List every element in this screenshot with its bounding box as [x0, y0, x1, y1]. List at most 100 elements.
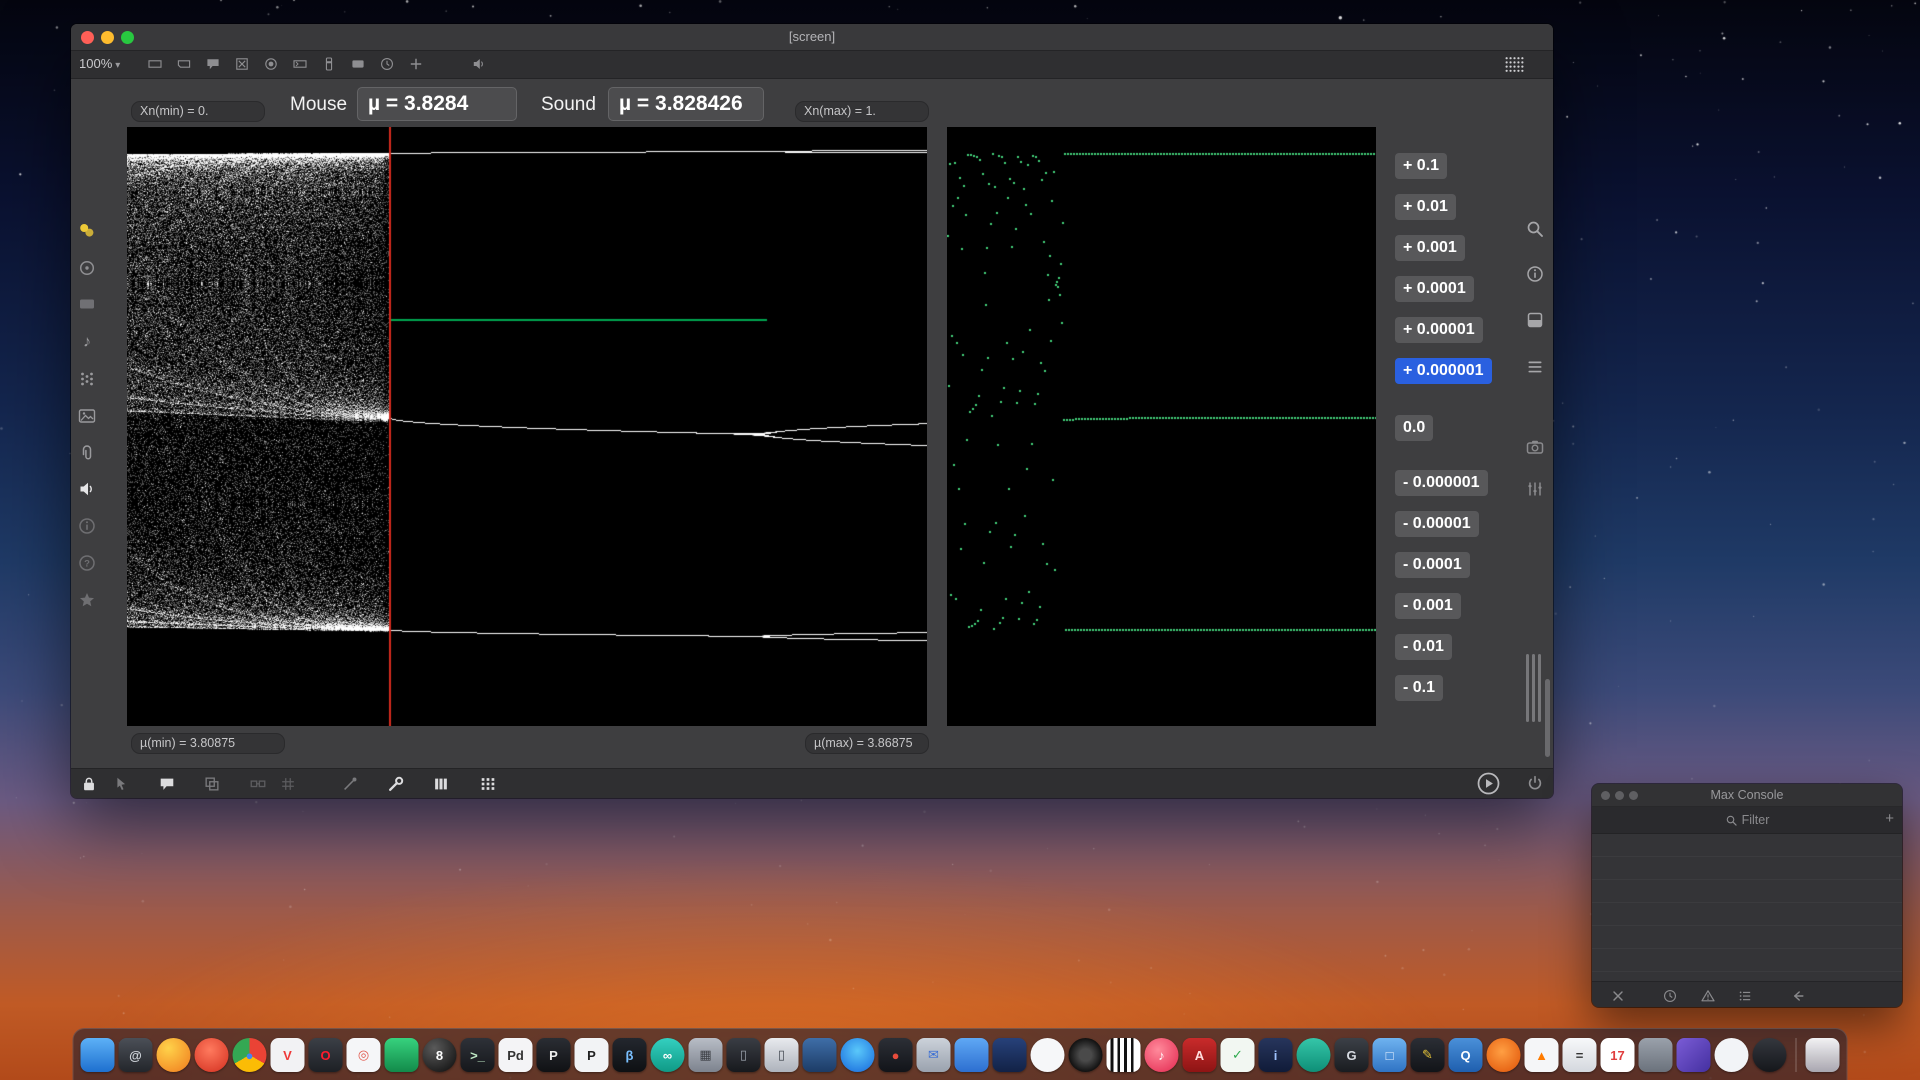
- sidebar-dot-columns-button[interactable]: [75, 367, 99, 391]
- dock-icon-safari[interactable]: [841, 1038, 875, 1072]
- sidebar-info-button[interactable]: [75, 514, 99, 538]
- step-button--0.01[interactable]: - 0.01: [1395, 634, 1452, 660]
- bifurcation-display[interactable]: [127, 127, 927, 726]
- console-grid-button[interactable]: [1504, 54, 1525, 75]
- toolbar-plus-button[interactable]: [408, 56, 424, 72]
- console-messages-button[interactable]: [1735, 986, 1754, 1005]
- dock-icon-red-circle-app[interactable]: [195, 1038, 229, 1072]
- dock-icon-terminal[interactable]: >_: [461, 1038, 495, 1072]
- step-button--0.00001[interactable]: - 0.00001: [1395, 511, 1479, 537]
- toolbar-object-box-button[interactable]: [147, 56, 163, 72]
- bottom-toolbar-comment-button[interactable]: [157, 774, 177, 794]
- toolbar-clock-button[interactable]: [379, 56, 395, 72]
- step-button--0.001[interactable]: - 0.001: [1395, 593, 1461, 619]
- bottom-toolbar-probe-button[interactable]: [340, 774, 360, 794]
- sound-mu-numberbox[interactable]: µ = 3.828426: [608, 87, 764, 121]
- step-button-+0.0001[interactable]: + 0.0001: [1395, 276, 1474, 302]
- vertical-scrollbar[interactable]: [1545, 679, 1550, 757]
- dock-icon-phone-dark[interactable]: ▯: [727, 1038, 761, 1072]
- dock-icon-eight-ball[interactable]: 8: [423, 1038, 457, 1072]
- dock-icon-processing-light[interactable]: P: [575, 1038, 609, 1072]
- toolbar-toggle-button[interactable]: [234, 56, 250, 72]
- mu-min-box[interactable]: µ(min) = 3.80875: [131, 733, 285, 754]
- dock-icon-window-grey[interactable]: [1639, 1038, 1673, 1072]
- dock-icon-vinyl-app[interactable]: [1069, 1038, 1103, 1072]
- step-button--0.1[interactable]: - 0.1: [1395, 675, 1443, 701]
- dock-icon-orange-circle-app[interactable]: [157, 1038, 191, 1072]
- xn-max-box[interactable]: Xn(max) = 1.: [795, 101, 929, 122]
- step-button-0.0[interactable]: 0.0: [1395, 415, 1433, 441]
- dock-icon-phone-light[interactable]: ▯: [765, 1038, 799, 1072]
- dock-icon-globe-teal[interactable]: [1297, 1038, 1331, 1072]
- toolbar-panel-button[interactable]: [350, 56, 366, 72]
- toolbar-comment-button[interactable]: [205, 56, 221, 72]
- dock-icon-chrome[interactable]: ●: [233, 1038, 267, 1072]
- sidebar-info-button[interactable]: [1523, 262, 1547, 286]
- bottom-toolbar-lock-button[interactable]: [79, 774, 99, 794]
- dock-icon-q-blue[interactable]: Q: [1449, 1038, 1483, 1072]
- dock-icon-music[interactable]: ♪: [1145, 1038, 1179, 1072]
- dock-icon-info-navy[interactable]: i: [1259, 1038, 1293, 1072]
- dock-icon-pen-dark[interactable]: ✎: [1411, 1038, 1445, 1072]
- dock-icon-piano-app[interactable]: [1107, 1038, 1141, 1072]
- dock-icon-finder[interactable]: [81, 1038, 115, 1072]
- window-titlebar[interactable]: [screen]: [71, 24, 1553, 51]
- step-button--0.0001[interactable]: - 0.0001: [1395, 552, 1470, 578]
- sidebar-speaker-button[interactable]: [75, 477, 99, 501]
- sidebar-picture-button[interactable]: [75, 404, 99, 428]
- dock-icon-check-app[interactable]: ✓: [1221, 1038, 1255, 1072]
- xn-min-box[interactable]: Xn(min) = 0.: [131, 101, 265, 122]
- dock-icon-mail[interactable]: ✉: [917, 1038, 951, 1072]
- dock-icon-g-dark[interactable]: G: [1335, 1038, 1369, 1072]
- step-button-+0.00001[interactable]: + 0.00001: [1395, 317, 1483, 343]
- toolbar-message-box-button[interactable]: [176, 56, 192, 72]
- sidebar-mixer-button[interactable]: [1523, 477, 1547, 501]
- sidebar-inspector-button[interactable]: [1523, 308, 1547, 332]
- dock-icon-window-blue[interactable]: □: [1373, 1038, 1407, 1072]
- console-history-button[interactable]: [1660, 986, 1679, 1005]
- dock-icon-beta-app[interactable]: β: [613, 1038, 647, 1072]
- dock-icon-processing-dark[interactable]: P: [537, 1038, 571, 1072]
- dock-icon-rings-app[interactable]: ∞: [651, 1038, 685, 1072]
- dock-icon-calculator[interactable]: =: [1563, 1038, 1597, 1072]
- step-button-+0.01[interactable]: + 0.01: [1395, 194, 1456, 220]
- sidebar-star-button[interactable]: [75, 588, 99, 612]
- dock-icon-media-dark[interactable]: ●: [879, 1038, 913, 1072]
- step-button-+0.001[interactable]: + 0.001: [1395, 235, 1465, 261]
- bottom-toolbar-columns-button[interactable]: [431, 774, 451, 794]
- toolbar-speaker-button[interactable]: [471, 56, 487, 72]
- step-button-+0.1[interactable]: + 0.1: [1395, 153, 1447, 179]
- console-filter-input[interactable]: Filter +: [1592, 807, 1902, 834]
- mu-max-box[interactable]: µ(max) = 3.86875: [805, 733, 929, 754]
- console-revert-button[interactable]: [1788, 986, 1807, 1005]
- step-button--0.000001[interactable]: - 0.000001: [1395, 470, 1488, 496]
- sidebar-list-button[interactable]: [1523, 355, 1547, 379]
- dock-icon-puredata[interactable]: Pd: [499, 1038, 533, 1072]
- dock-icon-folders[interactable]: [955, 1038, 989, 1072]
- sidebar-note-button[interactable]: ♪: [75, 329, 99, 353]
- dock-icon-vlc[interactable]: ▲: [1525, 1038, 1559, 1072]
- bottom-toolbar-wrench-button[interactable]: [386, 774, 406, 794]
- mouse-mu-numberbox[interactable]: µ = 3.8284: [357, 87, 517, 121]
- dock-icon-xcode[interactable]: [803, 1038, 837, 1072]
- bottom-toolbar-grid-button[interactable]: [278, 774, 298, 794]
- dock-icon-orange-ball[interactable]: [1487, 1038, 1521, 1072]
- dock-icon-target-app[interactable]: ◎: [347, 1038, 381, 1072]
- sidebar-camera-button[interactable]: [1523, 435, 1547, 459]
- dock-icon-opera[interactable]: O: [309, 1038, 343, 1072]
- dock-icon-adobe[interactable]: A: [1183, 1038, 1217, 1072]
- dock-icon-max[interactable]: [1677, 1038, 1711, 1072]
- bottom-toolbar-keys-grid-button[interactable]: [478, 774, 498, 794]
- console-titlebar[interactable]: Max Console: [1592, 784, 1902, 807]
- sidebar-paperclip-button[interactable]: [75, 441, 99, 465]
- bottom-toolbar-squares-button[interactable]: [202, 774, 222, 794]
- audio-power-button[interactable]: [1526, 774, 1544, 792]
- toolbar-number-box-button[interactable]: [292, 56, 308, 72]
- sidebar-panel-button[interactable]: [75, 292, 99, 316]
- dock-icon-trash[interactable]: [1806, 1038, 1840, 1072]
- dock-icon-navy-app[interactable]: [993, 1038, 1027, 1072]
- zoom-control[interactable]: 100%▾: [79, 56, 120, 71]
- sidebar-magnifier-button[interactable]: [1523, 217, 1547, 241]
- audio-play-button[interactable]: [1476, 771, 1501, 796]
- toolbar-slider-button[interactable]: [321, 56, 337, 72]
